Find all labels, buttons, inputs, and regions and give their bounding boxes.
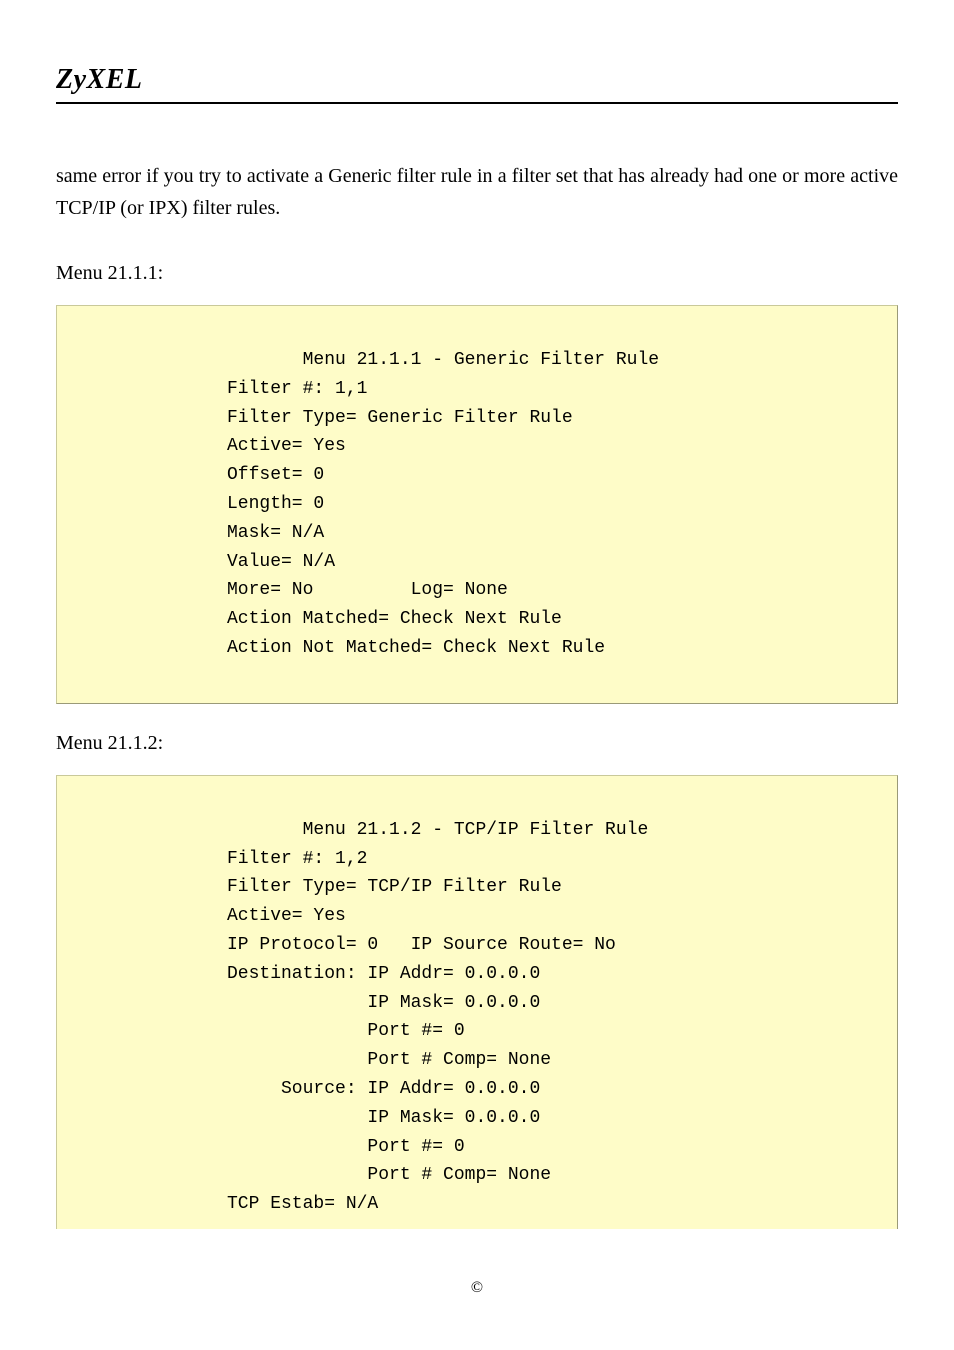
section-1-label: Menu 21.1.1: [56, 262, 898, 285]
header-rule [56, 102, 898, 104]
terminal-menu-1: Menu 21.1.1 - Generic Filter Rule Filter… [56, 305, 898, 704]
intro-paragraph: same error if you try to activate a Gene… [56, 160, 898, 224]
brand-logo: ZyXEL [56, 64, 898, 102]
terminal-menu-2: Menu 21.1.2 - TCP/IP Filter Rule Filter … [56, 775, 898, 1229]
footer-copyright: © [56, 1279, 898, 1297]
section-2-label: Menu 21.1.2: [56, 732, 898, 755]
